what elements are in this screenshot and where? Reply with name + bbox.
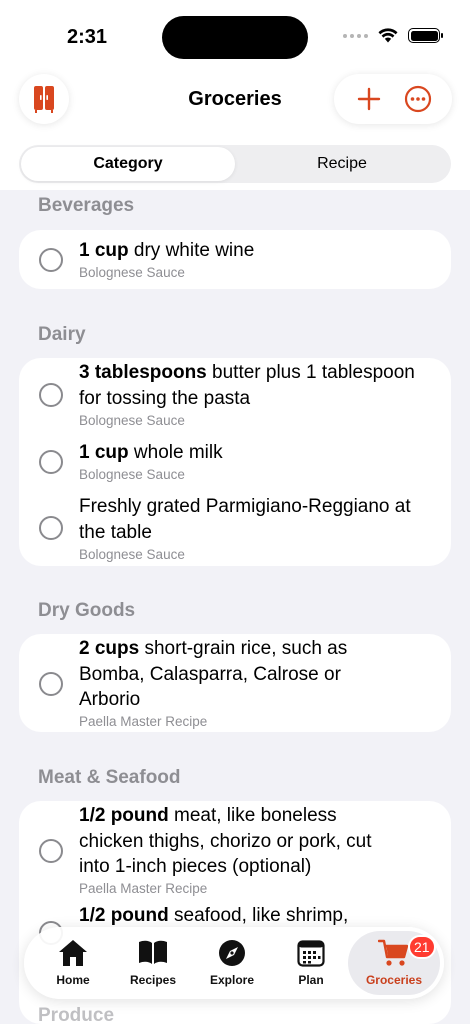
item-quantity: 1/2 pound (79, 905, 169, 926)
house-icon (59, 940, 87, 966)
tab-label: Recipes (129, 973, 177, 987)
item-quantity: 2 cups (79, 638, 140, 659)
segment-recipe[interactable]: Recipe (235, 147, 449, 181)
section-header-dairy: Dairy (38, 324, 86, 345)
item-text: Freshly grated Parmigiano-Reggiano at th… (79, 494, 419, 545)
status-time: 2:31 (67, 26, 108, 48)
item-recipe: Paella Master Recipe (79, 714, 208, 729)
list-item[interactable]: 1/2 pound meat, like boneless chicken th… (19, 801, 451, 901)
book-icon (139, 940, 167, 964)
status-icons (343, 28, 443, 43)
battery-icon (408, 28, 443, 43)
item-recipe: Bolognese Sauce (79, 467, 185, 482)
navigation-bar: Groceries Category Recipe (0, 70, 470, 190)
tab-label: Home (56, 973, 90, 987)
tab-label: Plan (298, 973, 324, 987)
plus-icon (357, 87, 380, 111)
item-text: 1/2 pound seafood, like shrimp, (79, 903, 404, 929)
section-card-dry-goods: 2 cups short-grain rice, such as Bomba, … (19, 634, 451, 732)
checkbox-circle[interactable] (39, 248, 63, 272)
tab-label: Groceries (365, 973, 423, 987)
section-card-beverages: 1 cup dry white wine Bolognese Sauce (19, 230, 451, 289)
item-name: whole milk (128, 442, 223, 463)
item-text: 2 cups short-grain rice, such as Bomba, … (79, 636, 379, 713)
tab-plan[interactable]: Plan (272, 927, 350, 999)
item-text: 1 cup dry white wine (79, 238, 429, 264)
tab-groceries[interactable]: 21 Groceries (348, 931, 440, 995)
cellular-signal-icon (343, 33, 368, 38)
list-item[interactable]: 3 tablespoons butter plus 1 tablespoon f… (19, 358, 451, 434)
item-recipe: Bolognese Sauce (79, 265, 185, 280)
item-text: 1/2 pound meat, like boneless chicken th… (79, 803, 404, 880)
tab-recipes[interactable]: Recipes (114, 927, 192, 999)
item-name: dry white wine (128, 240, 255, 261)
checkbox-circle[interactable] (39, 672, 63, 696)
item-name: seafood, like shrimp, (168, 905, 349, 926)
item-quantity: 1 cup (79, 240, 129, 261)
item-recipe: Bolognese Sauce (79, 547, 185, 562)
cart-icon (378, 939, 409, 966)
compass-icon (219, 940, 245, 966)
item-text: 1 cup whole milk (79, 440, 429, 466)
calendar-icon (297, 940, 325, 967)
more-button[interactable] (400, 81, 436, 117)
section-header-meat-seafood: Meat & Seafood (38, 767, 181, 788)
view-segmented-control: Category Recipe (19, 145, 451, 183)
tab-bar: Home Recipes Explore Plan 21 Groceries (24, 927, 444, 999)
checkbox-circle[interactable] (39, 516, 63, 540)
tab-label: Explore (209, 973, 254, 987)
checkbox-circle[interactable] (39, 383, 63, 407)
groceries-count-badge: 21 (408, 935, 436, 959)
section-header-beverages: Beverages (38, 195, 135, 216)
nav-actions (334, 74, 452, 124)
list-item[interactable]: 1 cup whole milk Bolognese Sauce (19, 434, 451, 490)
item-quantity: 1/2 pound (79, 805, 169, 826)
section-header-dry-goods: Dry Goods (38, 600, 136, 621)
item-recipe: Bolognese Sauce (79, 413, 185, 428)
status-bar: 2:31 (0, 0, 470, 70)
list-item[interactable]: Freshly grated Parmigiano-Reggiano at th… (19, 490, 451, 566)
section-card-dairy: 3 tablespoons butter plus 1 tablespoon f… (19, 358, 451, 566)
list-item[interactable]: 1 cup dry white wine Bolognese Sauce (19, 230, 451, 289)
wifi-icon (378, 28, 398, 43)
list-item[interactable]: 2 cups short-grain rice, such as Bomba, … (19, 634, 451, 732)
item-quantity: 3 tablespoons (79, 362, 207, 383)
section-header-produce: Produce (38, 1005, 115, 1024)
tab-explore[interactable]: Explore (193, 927, 271, 999)
dynamic-island (162, 16, 308, 59)
checkbox-circle[interactable] (39, 450, 63, 474)
add-button[interactable] (351, 81, 387, 117)
item-name: Freshly grated Parmigiano-Reggiano at th… (79, 496, 411, 543)
checkbox-circle[interactable] (39, 839, 63, 863)
item-quantity: 1 cup (79, 442, 129, 463)
segment-category[interactable]: Category (21, 147, 235, 181)
item-text: 3 tablespoons butter plus 1 tablespoon f… (79, 360, 429, 411)
tab-home[interactable]: Home (34, 927, 112, 999)
ellipsis-circle-icon (404, 85, 431, 113)
item-recipe: Paella Master Recipe (79, 881, 208, 896)
